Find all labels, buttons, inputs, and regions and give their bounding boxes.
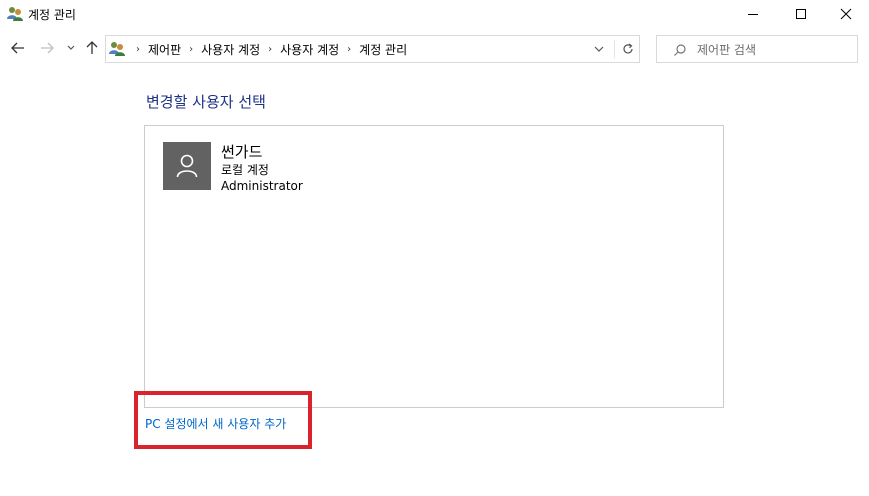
user-avatar-icon: [176, 154, 198, 178]
back-arrow-icon: [11, 42, 24, 54]
forward-button[interactable]: [37, 37, 57, 59]
search-placeholder: 제어판 검색: [697, 43, 757, 57]
address-bar[interactable]: › 제어판 › 사용자 계정 › 사용자 계정 › 계정 관리: [105, 35, 640, 63]
divider: [614, 40, 615, 58]
breadcrumb-user-accounts[interactable]: 사용자 계정: [201, 41, 260, 58]
window-title: 계정 관리: [28, 8, 76, 22]
close-icon: [840, 8, 852, 20]
highlight-annotation: [134, 391, 312, 449]
close-button[interactable]: [823, 0, 869, 28]
breadcrumb-control-panel[interactable]: 제어판: [148, 41, 181, 58]
breadcrumb-separator[interactable]: ›: [181, 44, 201, 55]
recent-locations-button[interactable]: [64, 37, 78, 59]
breadcrumb-separator[interactable]: ›: [339, 44, 359, 55]
up-arrow-icon: [86, 41, 98, 54]
avatar: [163, 142, 211, 190]
maximize-button[interactable]: [778, 0, 824, 28]
address-dropdown-button[interactable]: [588, 36, 610, 62]
chevron-down-icon: [594, 46, 604, 52]
search-icon: [673, 42, 687, 56]
breadcrumb-separator[interactable]: ›: [128, 44, 148, 55]
page-title: 변경할 사용자 선택: [146, 93, 266, 111]
breadcrumb-manage-accounts[interactable]: 계정 관리: [359, 41, 407, 58]
refresh-icon: [623, 43, 633, 54]
user-accounts-icon: [108, 40, 126, 58]
search-input[interactable]: 제어판 검색: [656, 35, 858, 63]
account-role: Administrator: [221, 179, 303, 193]
minimize-icon: [748, 14, 758, 15]
minimize-button[interactable]: [730, 0, 776, 28]
forward-arrow-icon: [41, 42, 54, 54]
chevron-down-icon: [67, 45, 75, 50]
breadcrumb: › 제어판 › 사용자 계정 › 사용자 계정 › 계정 관리: [128, 36, 407, 62]
account-name: 썬가드: [221, 143, 263, 161]
up-button[interactable]: [83, 37, 101, 59]
back-button[interactable]: [8, 37, 28, 59]
user-accounts-icon: [6, 5, 24, 23]
account-list: 썬가드 로컬 계정 Administrator: [144, 125, 724, 408]
title-bar: 계정 관리: [0, 0, 869, 28]
account-type: 로컬 계정: [221, 163, 269, 177]
refresh-button[interactable]: [616, 36, 640, 62]
breadcrumb-separator[interactable]: ›: [260, 44, 280, 55]
breadcrumb-user-accounts-sub[interactable]: 사용자 계정: [280, 41, 339, 58]
maximize-icon: [796, 9, 806, 19]
account-tile[interactable]: 썬가드 로컬 계정 Administrator: [163, 142, 343, 193]
